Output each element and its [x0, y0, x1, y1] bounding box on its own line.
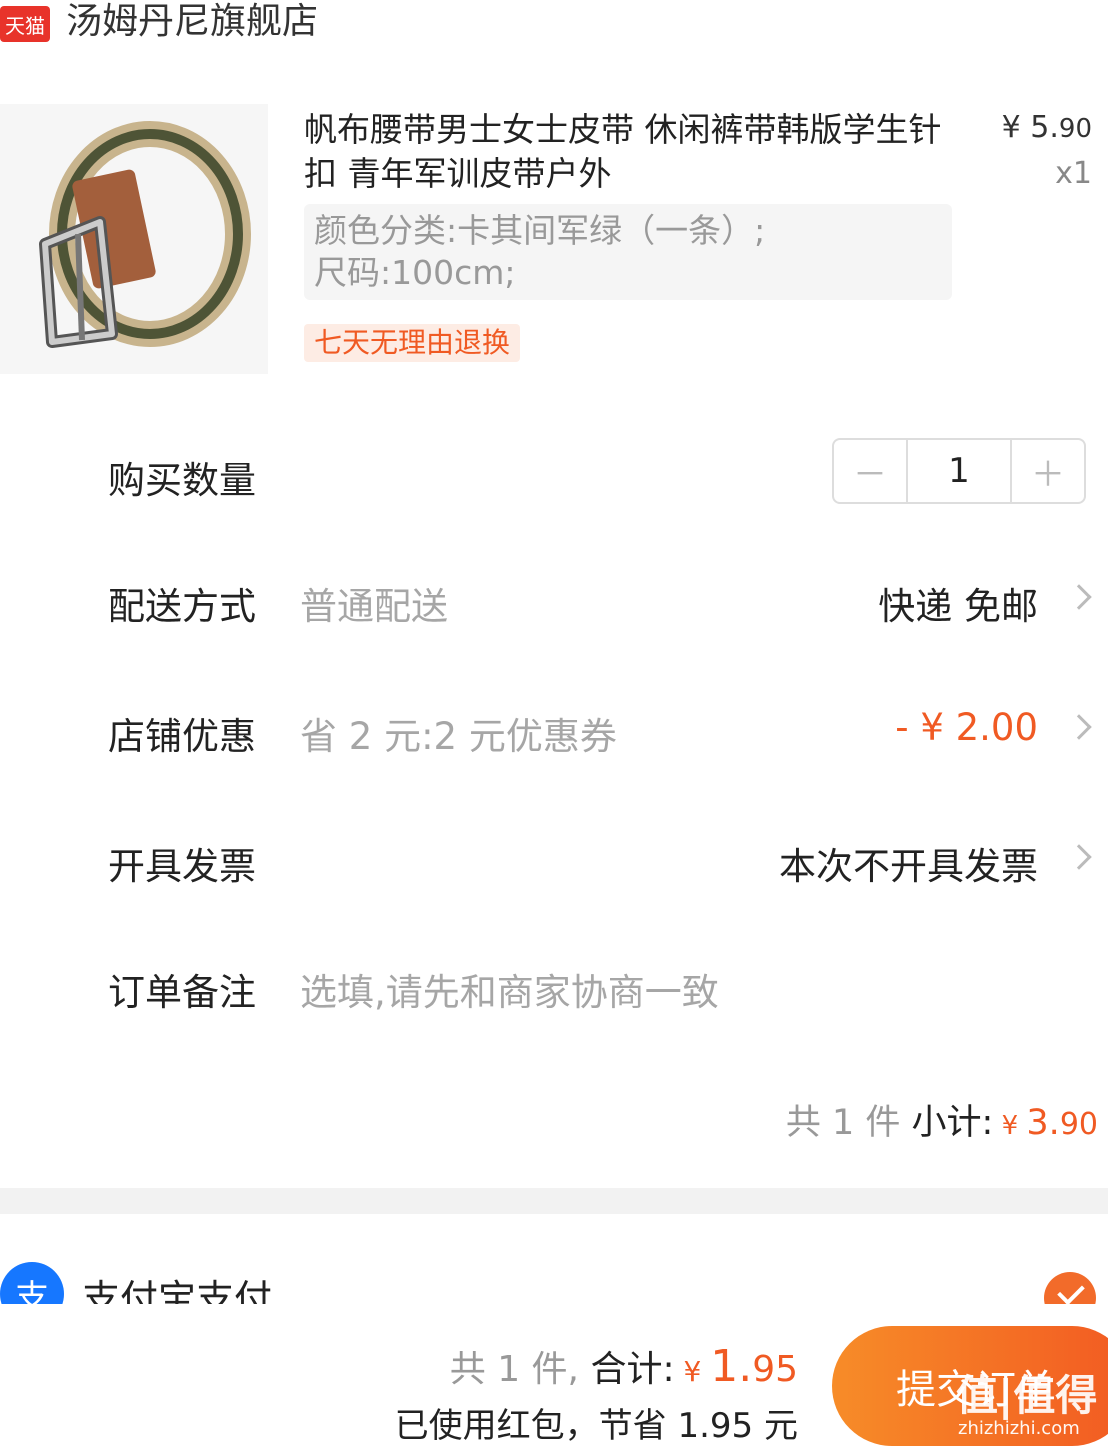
shipping-type: 普通配送	[300, 585, 448, 628]
product-quantity: x1	[1055, 156, 1092, 191]
quantity-stepper[interactable]: － 1 ＋	[832, 438, 1086, 504]
subtotal: 共 1 件 小计: ¥ 3.90	[785, 1103, 1098, 1143]
discount-amount[interactable]: - ¥ 2.00	[895, 706, 1038, 749]
tmall-logo: 天猫	[0, 6, 50, 42]
chevron-right-icon[interactable]	[1066, 584, 1092, 610]
red-packet-saving: 已使用红包，节省 1.95 元	[394, 1406, 798, 1446]
quantity-label: 购买数量	[108, 459, 256, 502]
product-title[interactable]: 帆布腰带男士女士皮带 休闲裤带韩版学生针扣 青年军训皮带户外	[304, 108, 954, 196]
invoice-label: 开具发票	[108, 845, 256, 888]
order-remark-label: 订单备注	[108, 971, 256, 1014]
chevron-right-icon[interactable]	[1066, 844, 1092, 870]
sku-info[interactable]: 颜色分类:卡其间军绿（一条）; 尺码:100cm;	[304, 204, 952, 300]
minus-button[interactable]: －	[834, 440, 906, 502]
order-total: 共 1 件, 合计: ¥ 1.95	[449, 1341, 798, 1392]
section-divider	[0, 1188, 1108, 1214]
sku-size: 尺码:100cm;	[314, 253, 516, 292]
plus-button[interactable]: ＋	[1012, 440, 1084, 502]
watermark-url: zhizhizhi.com	[958, 1418, 1080, 1439]
sku-color: 颜色分类:卡其间军绿（一条）;	[314, 211, 766, 250]
discount-description: 省 2 元:2 元优惠券	[300, 715, 617, 758]
watermark-logo: 值|值得	[956, 1371, 1098, 1420]
store-discount-label: 店铺优惠	[108, 715, 256, 758]
order-remark-input[interactable]: 选填,请先和商家协商一致	[300, 962, 719, 1016]
store-name[interactable]: 汤姆丹尼旗舰店	[66, 0, 318, 44]
invoice-option[interactable]: 本次不开具发票	[779, 836, 1038, 890]
shipping-method[interactable]: 快递 免邮	[878, 576, 1038, 630]
shipping-label: 配送方式	[108, 585, 256, 628]
return-policy-badge: 七天无理由退换	[304, 324, 521, 362]
product-image[interactable]	[0, 104, 268, 374]
quantity-value[interactable]: 1	[906, 440, 1012, 502]
product-price: ¥ 5.90	[1001, 110, 1092, 145]
chevron-right-icon[interactable]	[1066, 714, 1092, 740]
